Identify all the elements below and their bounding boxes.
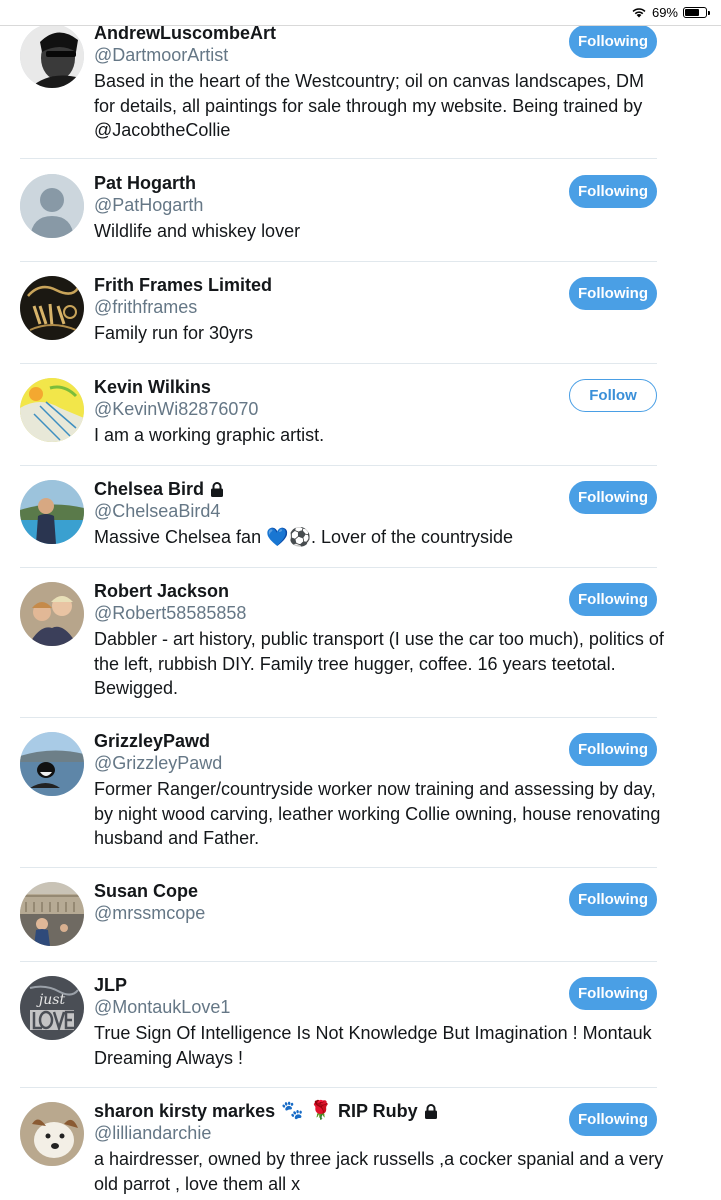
avatar[interactable] bbox=[20, 378, 84, 442]
blue-heart-emoji: 💙 bbox=[266, 527, 289, 548]
avatar-image bbox=[20, 582, 84, 646]
row-divider bbox=[20, 961, 657, 962]
user-handle[interactable]: @MontaukLove1 bbox=[94, 996, 560, 1018]
user-handle[interactable]: @PatHogarth bbox=[94, 194, 560, 216]
user-bio: Former Ranger/countryside worker now tra… bbox=[94, 779, 661, 848]
user-handle[interactable]: @ChelseaBird4 bbox=[94, 500, 560, 522]
user-bio: Dabbler - art history, public transport … bbox=[94, 629, 664, 698]
display-name[interactable]: Pat Hogarth bbox=[94, 172, 560, 194]
following-button[interactable]: Following bbox=[569, 481, 657, 514]
avatar[interactable] bbox=[20, 24, 84, 88]
following-button[interactable]: Following bbox=[569, 733, 657, 766]
avatar-image bbox=[20, 276, 84, 340]
user-bio: True Sign Of Intelligence Is Not Knowled… bbox=[94, 1023, 652, 1068]
display-name[interactable]: Chelsea Bird bbox=[94, 478, 560, 500]
battery-level-fill bbox=[685, 8, 699, 16]
following-button[interactable]: Following bbox=[569, 883, 657, 916]
display-name[interactable]: JLP bbox=[94, 974, 560, 996]
user-handle[interactable]: @mrssmcope bbox=[94, 902, 560, 924]
user-bio: a hairdresser, owned by three jack russe… bbox=[94, 1149, 664, 1194]
display-name[interactable]: Susan Cope bbox=[94, 880, 560, 902]
svg-text:just: just bbox=[36, 992, 66, 1008]
row-divider bbox=[20, 717, 657, 718]
status-bar: 69% bbox=[0, 0, 721, 26]
row-divider bbox=[20, 158, 657, 159]
user-handle[interactable]: @KevinWi82876070 bbox=[94, 398, 560, 420]
following-button[interactable]: Following bbox=[569, 25, 657, 58]
row-divider bbox=[20, 465, 657, 466]
avatar[interactable] bbox=[20, 732, 84, 796]
user-bio: I am a working graphic artist. bbox=[94, 425, 325, 445]
display-name[interactable]: Robert Jackson bbox=[94, 580, 560, 602]
default-profile-icon bbox=[20, 174, 84, 238]
row-divider bbox=[20, 867, 657, 868]
row-divider bbox=[20, 567, 657, 568]
avatar[interactable] bbox=[20, 1102, 84, 1166]
avatar-image bbox=[20, 24, 84, 88]
row-divider bbox=[20, 363, 657, 364]
follow-button[interactable]: Follow bbox=[569, 379, 657, 412]
following-button[interactable]: Following bbox=[569, 583, 657, 616]
user-handle[interactable]: @frithframes bbox=[94, 296, 560, 318]
rose-emoji: 🌹 bbox=[309, 1100, 332, 1121]
user-handle[interactable]: @lilliandarchie bbox=[94, 1122, 560, 1144]
avatar[interactable] bbox=[20, 882, 84, 946]
avatar-image bbox=[20, 882, 84, 946]
row-divider bbox=[20, 261, 657, 262]
following-button[interactable]: Following bbox=[569, 175, 657, 208]
user-handle[interactable]: @Robert58585858 bbox=[94, 602, 560, 624]
following-button[interactable]: Following bbox=[569, 977, 657, 1010]
display-name[interactable]: sharon kirsty markes 🐾 🌹 RIP Ruby bbox=[94, 1100, 560, 1122]
display-name[interactable]: GrizzleyPawd bbox=[94, 730, 560, 752]
protected-lock-icon bbox=[211, 481, 224, 497]
battery-icon bbox=[683, 6, 710, 18]
avatar[interactable] bbox=[20, 480, 84, 544]
avatar[interactable] bbox=[20, 582, 84, 646]
user-handle[interactable]: @DartmoorArtist bbox=[94, 44, 560, 66]
avatar-image bbox=[20, 480, 84, 544]
avatar-image: just bbox=[20, 976, 84, 1040]
user-handle[interactable]: @GrizzleyPawd bbox=[94, 752, 560, 774]
avatar[interactable] bbox=[20, 174, 84, 238]
display-name[interactable]: Kevin Wilkins bbox=[94, 376, 560, 398]
display-name[interactable]: Frith Frames Limited bbox=[94, 274, 560, 296]
following-button[interactable]: Following bbox=[569, 277, 657, 310]
avatar-image bbox=[20, 378, 84, 442]
user-bio: Massive Chelsea fan 💙⚽. Lover of the cou… bbox=[94, 527, 514, 548]
user-bio: Family run for 30yrs bbox=[94, 323, 254, 343]
user-bio: Wildlife and whiskey lover bbox=[94, 221, 301, 241]
avatar-image bbox=[20, 1102, 84, 1166]
row-divider bbox=[20, 1087, 657, 1088]
avatar[interactable] bbox=[20, 276, 84, 340]
wifi-icon bbox=[632, 8, 646, 18]
avatar[interactable]: just bbox=[20, 976, 84, 1040]
user-bio: Based in the heart of the Westcountry; o… bbox=[94, 71, 644, 140]
battery-percentage: 69% bbox=[651, 4, 678, 20]
protected-lock-icon bbox=[424, 1103, 437, 1119]
soccer-ball-emoji: ⚽ bbox=[288, 527, 311, 548]
paw-prints-emoji: 🐾 bbox=[281, 1100, 304, 1121]
avatar-image bbox=[20, 732, 84, 796]
following-button[interactable]: Following bbox=[569, 1103, 657, 1136]
status-indicators: 69% bbox=[631, 3, 710, 21]
